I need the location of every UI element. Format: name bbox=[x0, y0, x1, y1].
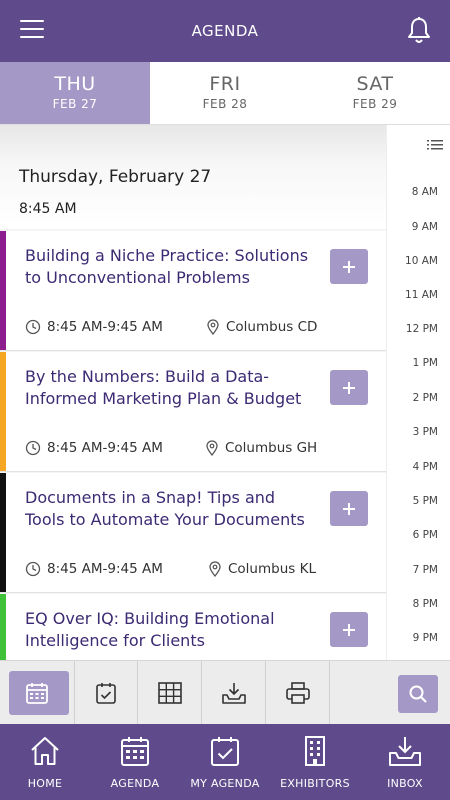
hour-label[interactable]: 2 PM bbox=[413, 392, 438, 404]
day-selector: THU FEB 27 FRI FEB 28 SAT FEB 29 bbox=[0, 62, 450, 125]
hour-label[interactable]: 12 PM bbox=[406, 323, 438, 335]
location-pin-icon bbox=[207, 319, 219, 335]
session-time-text: 8:45 AM-9:45 AM bbox=[47, 319, 163, 335]
grid-view-button[interactable] bbox=[138, 661, 202, 725]
session-card[interactable]: Building a Niche Practice: Solutions to … bbox=[0, 231, 386, 351]
session-title[interactable]: EQ Over IQ: Building Emotional Intellige… bbox=[25, 608, 315, 651]
day-tab-thu[interactable]: THU FEB 27 bbox=[0, 62, 150, 124]
clock-icon bbox=[25, 319, 41, 335]
add-to-agenda-button[interactable] bbox=[330, 370, 368, 405]
add-to-agenda-button[interactable] bbox=[330, 612, 368, 647]
calendar-icon bbox=[121, 737, 149, 766]
session-location: Columbus CD bbox=[206, 319, 317, 335]
hour-label[interactable]: 10 AM bbox=[405, 255, 438, 267]
grid-icon bbox=[157, 682, 182, 704]
session-location-text: Columbus CD bbox=[226, 319, 318, 335]
location-pin-icon bbox=[206, 440, 218, 456]
time-heading: 8:45 AM bbox=[19, 201, 77, 217]
bottom-tab-bar: HOME AGENDA MY AGENDA EXHIBITORS INBOX bbox=[0, 724, 450, 800]
hour-label[interactable]: 9 AM bbox=[412, 221, 438, 233]
hour-label[interactable]: 7 PM bbox=[413, 564, 438, 576]
search-button[interactable] bbox=[398, 675, 438, 713]
session-card[interactable]: Documents in a Snap! Tips and Tools to A… bbox=[0, 473, 386, 593]
hour-label[interactable]: 4 PM bbox=[413, 461, 438, 473]
session-location: Columbus KL bbox=[208, 561, 316, 577]
day-tab-fri[interactable]: FRI FEB 28 bbox=[150, 62, 300, 124]
session-location-text: Columbus KL bbox=[228, 561, 316, 577]
session-time-text: 8:45 AM-9:45 AM bbox=[47, 440, 163, 456]
search-icon bbox=[409, 685, 427, 703]
calendar-icon bbox=[26, 683, 48, 704]
day-name: SAT bbox=[356, 73, 394, 95]
hour-label[interactable]: 8 AM bbox=[412, 186, 438, 198]
add-to-agenda-button[interactable] bbox=[330, 491, 368, 526]
session-color-stripe bbox=[0, 352, 6, 471]
tab-inbox[interactable]: INBOX bbox=[360, 724, 450, 800]
page-title: AGENDA bbox=[191, 22, 259, 40]
day-name: FRI bbox=[209, 73, 241, 95]
tab-label: EXHIBITORS bbox=[280, 777, 350, 790]
session-color-stripe bbox=[0, 473, 6, 592]
add-to-agenda-button[interactable] bbox=[330, 249, 368, 284]
session-card[interactable]: By the Numbers: Build a Data-Informed Ma… bbox=[0, 352, 386, 472]
day-date: FEB 28 bbox=[202, 97, 248, 111]
hour-label[interactable]: 5 PM bbox=[413, 495, 438, 507]
bell-icon[interactable] bbox=[405, 16, 433, 46]
session-color-stripe bbox=[0, 231, 6, 350]
tab-label: HOME bbox=[27, 777, 63, 790]
tab-label: INBOX bbox=[387, 777, 423, 790]
hour-label[interactable]: 1 PM bbox=[413, 357, 438, 369]
app-header: AGENDA bbox=[0, 0, 450, 62]
session-time-text: 8:45 AM-9:45 AM bbox=[47, 561, 163, 577]
session-title[interactable]: Documents in a Snap! Tips and Tools to A… bbox=[25, 487, 315, 530]
tab-my-agenda[interactable]: MY AGENDA bbox=[180, 724, 270, 800]
session-card[interactable]: EQ Over IQ: Building Emotional Intellige… bbox=[0, 594, 386, 660]
download-button[interactable] bbox=[202, 661, 266, 725]
session-location: Columbus GH bbox=[205, 440, 317, 456]
my-agenda-view-button[interactable] bbox=[75, 661, 138, 725]
hour-label[interactable]: 11 AM bbox=[405, 289, 438, 301]
print-button[interactable] bbox=[266, 661, 330, 725]
tab-label: AGENDA bbox=[110, 777, 160, 790]
list-view-icon[interactable] bbox=[427, 139, 443, 151]
time-index[interactable]: 8 AM 9 AM 10 AM 11 AM 12 PM 1 PM 2 PM 3 … bbox=[386, 125, 450, 660]
building-icon bbox=[305, 736, 325, 766]
session-location-text: Columbus GH bbox=[225, 440, 318, 456]
tab-label: MY AGENDA bbox=[190, 777, 260, 790]
calendar-view-button[interactable] bbox=[0, 661, 75, 725]
clock-icon bbox=[25, 440, 41, 456]
hour-label[interactable]: 8 PM bbox=[413, 598, 438, 610]
checklist-icon bbox=[96, 683, 116, 704]
session-title[interactable]: By the Numbers: Build a Data-Informed Ma… bbox=[25, 366, 315, 409]
clock-icon bbox=[25, 561, 41, 577]
inbox-download-icon bbox=[389, 737, 421, 766]
day-tab-sat[interactable]: SAT FEB 29 bbox=[300, 62, 450, 124]
session-title[interactable]: Building a Niche Practice: Solutions to … bbox=[25, 245, 315, 288]
schedule-header: Thursday, February 27 8:45 AM bbox=[0, 125, 386, 229]
hour-label[interactable]: 9 PM bbox=[413, 632, 438, 644]
location-pin-icon bbox=[209, 561, 221, 577]
day-date: FEB 27 bbox=[52, 97, 98, 111]
calendar-check-icon bbox=[211, 737, 239, 766]
tab-home[interactable]: HOME bbox=[0, 724, 90, 800]
date-heading: Thursday, February 27 bbox=[19, 167, 212, 187]
home-icon bbox=[31, 737, 59, 765]
schedule-list[interactable]: Thursday, February 27 8:45 AM Building a… bbox=[0, 125, 386, 660]
print-icon bbox=[285, 682, 310, 704]
session-time: 8:45 AM-9:45 AM bbox=[25, 561, 163, 577]
hour-label[interactable]: 6 PM bbox=[413, 529, 438, 541]
tab-exhibitors[interactable]: EXHIBITORS bbox=[270, 724, 360, 800]
agenda-toolbar bbox=[0, 660, 450, 725]
session-time: 8:45 AM-9:45 AM bbox=[25, 319, 163, 335]
session-time: 8:45 AM-9:45 AM bbox=[25, 440, 163, 456]
hour-label[interactable]: 3 PM bbox=[413, 426, 438, 438]
day-date: FEB 29 bbox=[352, 97, 398, 111]
session-color-stripe bbox=[0, 594, 6, 660]
day-name: THU bbox=[54, 73, 96, 95]
download-icon bbox=[221, 683, 246, 704]
tab-agenda[interactable]: AGENDA bbox=[90, 724, 180, 800]
